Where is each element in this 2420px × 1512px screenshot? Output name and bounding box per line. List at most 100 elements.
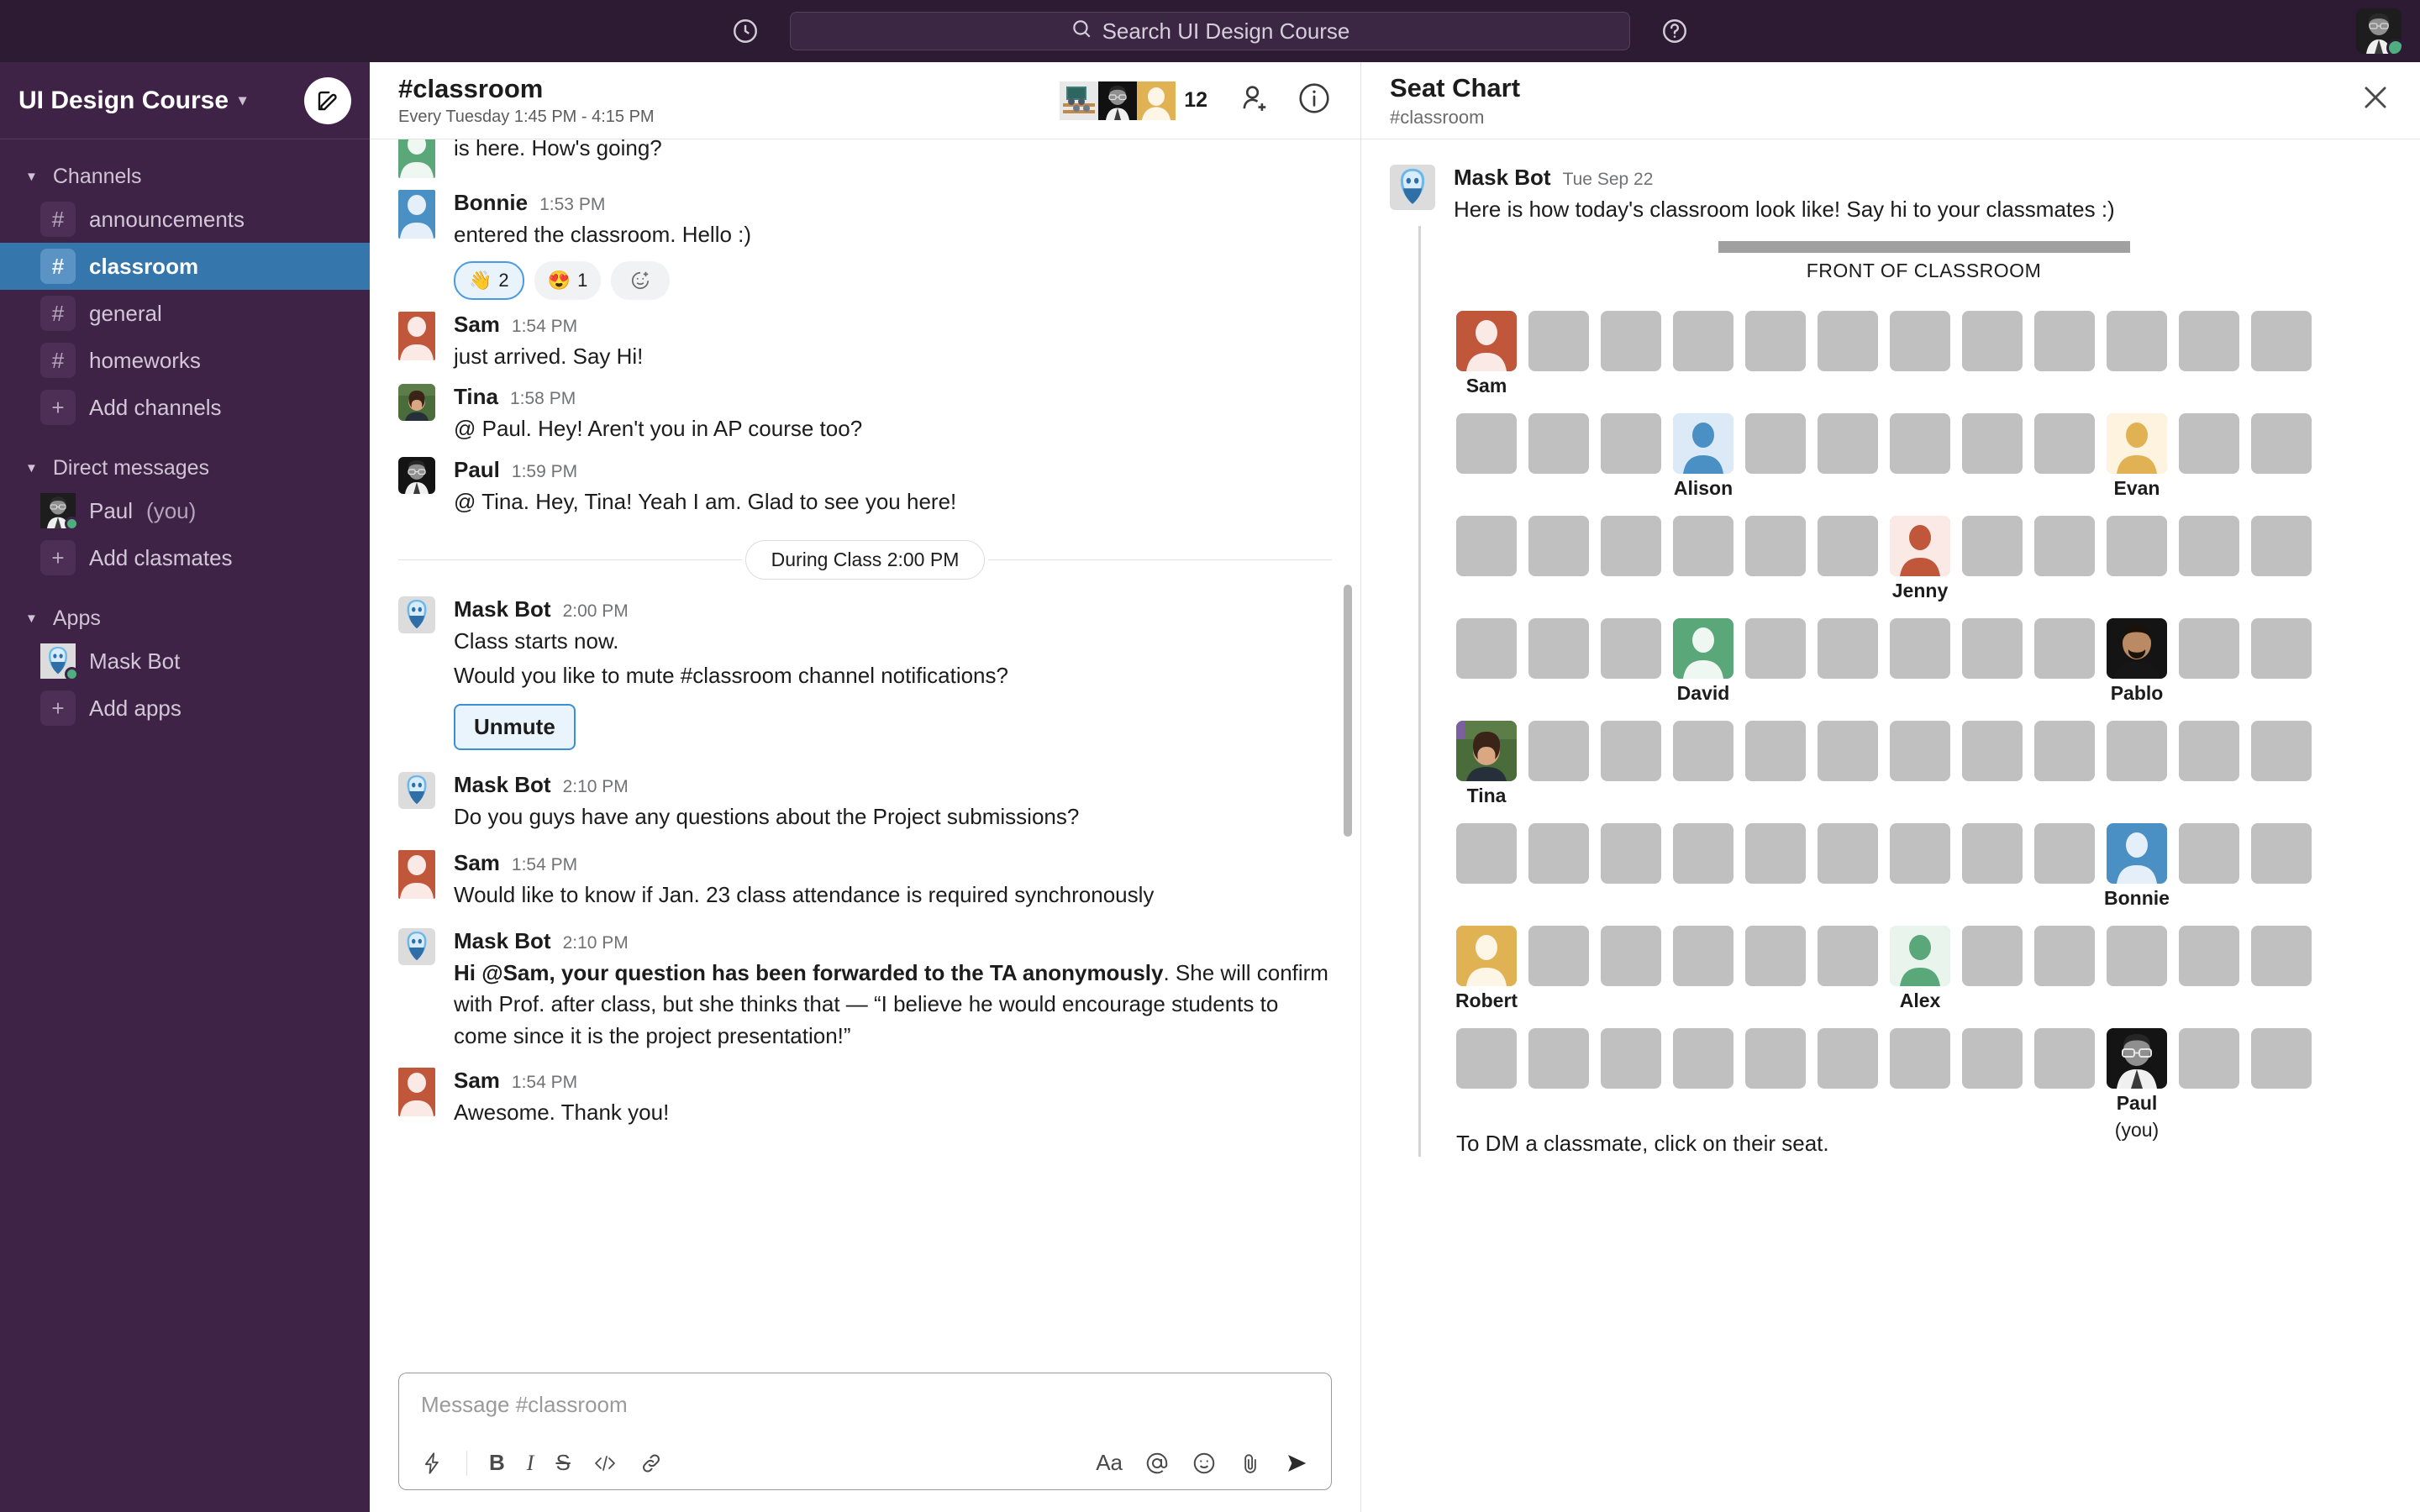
seat-empty[interactable]: [1528, 515, 1589, 576]
seat-empty[interactable]: [2251, 925, 2312, 986]
seat-empty[interactable]: [1890, 617, 1950, 679]
seat-empty[interactable]: [2179, 412, 2239, 474]
seat-empty[interactable]: [2034, 310, 2095, 371]
seat-empty[interactable]: [2034, 720, 2095, 781]
seat-bonnie[interactable]: Bonnie: [2104, 822, 2170, 909]
close-icon[interactable]: [2360, 81, 2391, 119]
seat-empty[interactable]: [2107, 720, 2167, 781]
sidebar-item-mask-bot[interactable]: Mask Bot: [0, 638, 370, 685]
clock-icon[interactable]: [728, 13, 763, 49]
seat-empty[interactable]: [2107, 310, 2167, 371]
seat-empty[interactable]: [1456, 617, 1517, 679]
link-icon[interactable]: [639, 1452, 663, 1475]
seat-empty[interactable]: [2034, 515, 2095, 576]
seat-alison[interactable]: Alison: [1673, 412, 1733, 499]
sidebar-item-add-channels[interactable]: + Add channels: [0, 384, 370, 431]
seat-empty[interactable]: [2251, 822, 2312, 884]
seat-empty[interactable]: [1456, 1027, 1517, 1089]
seat-empty[interactable]: [2179, 1027, 2239, 1089]
seat-empty[interactable]: [2251, 515, 2312, 576]
seat-empty[interactable]: [1818, 1027, 1878, 1089]
seat-empty[interactable]: [1528, 617, 1589, 679]
seat-empty[interactable]: [1745, 1027, 1806, 1089]
seat-empty[interactable]: [1601, 515, 1661, 576]
add-reaction-button[interactable]: [611, 260, 671, 300]
seat-empty[interactable]: [1601, 412, 1661, 474]
sidebar-item-general[interactable]: # general: [0, 290, 370, 337]
seat-empty[interactable]: [1818, 310, 1878, 371]
seat-empty[interactable]: [2179, 822, 2239, 884]
unmute-button[interactable]: Unmute: [454, 704, 576, 751]
seat-empty[interactable]: [2251, 1027, 2312, 1089]
seat-empty[interactable]: [2179, 515, 2239, 576]
sidebar-item-add-apps[interactable]: + Add apps: [0, 685, 370, 732]
seat-empty[interactable]: [1601, 1027, 1661, 1089]
seat-empty[interactable]: [1962, 720, 2023, 781]
seat-empty[interactable]: [1818, 412, 1878, 474]
seat-empty[interactable]: [1745, 617, 1806, 679]
seat-empty[interactable]: [2034, 822, 2095, 884]
message-list-scrollbar[interactable]: [1344, 585, 1352, 837]
seat-empty[interactable]: [2107, 925, 2167, 986]
send-icon[interactable]: [1284, 1451, 1309, 1476]
seat-empty[interactable]: [1818, 925, 1878, 986]
seat-jenny[interactable]: Jenny: [1890, 515, 1950, 601]
seat-empty[interactable]: [2251, 310, 2312, 371]
help-icon[interactable]: [1657, 13, 1692, 49]
seat-empty[interactable]: [2034, 412, 2095, 474]
seat-empty[interactable]: [1601, 617, 1661, 679]
seat-empty[interactable]: [1962, 822, 2023, 884]
seat-empty[interactable]: [1528, 720, 1589, 781]
seat-alex[interactable]: Alex: [1890, 925, 1950, 1011]
seat-empty[interactable]: [2034, 1027, 2095, 1089]
seat-empty[interactable]: [1528, 822, 1589, 884]
seat-empty[interactable]: [1456, 412, 1517, 474]
mention-icon[interactable]: [1144, 1451, 1170, 1476]
seat-empty[interactable]: [1673, 515, 1733, 576]
strikethrough-icon[interactable]: S: [555, 1450, 570, 1476]
seat-empty[interactable]: [1601, 925, 1661, 986]
seat-pablo[interactable]: Pablo: [2107, 617, 2167, 704]
seat-evan[interactable]: Evan: [2107, 412, 2167, 499]
seat-empty[interactable]: [1962, 617, 2023, 679]
seat-robert[interactable]: Robert: [1455, 925, 1518, 1011]
sidebar-item-classroom[interactable]: # classroom: [0, 243, 370, 290]
message-list[interactable]: is here. How's going? Bonnie 1:53 PM ent…: [370, 139, 1360, 1373]
seat-empty[interactable]: [1673, 822, 1733, 884]
seat-empty[interactable]: [1818, 822, 1878, 884]
members-button[interactable]: 12: [1053, 78, 1214, 123]
seat-empty[interactable]: [1745, 310, 1806, 371]
reaction-heart-eyes[interactable]: 😍 1: [534, 260, 602, 300]
info-icon[interactable]: [1297, 81, 1332, 120]
seat-empty[interactable]: [1745, 925, 1806, 986]
seat-empty[interactable]: [2034, 617, 2095, 679]
seat-empty[interactable]: [1745, 720, 1806, 781]
seat-david[interactable]: David: [1673, 617, 1733, 704]
sidebar-item-homeworks[interactable]: # homeworks: [0, 337, 370, 384]
seat-empty[interactable]: [1601, 310, 1661, 371]
sidebar-section-header-apps[interactable]: ▼ Apps: [0, 600, 370, 638]
bold-icon[interactable]: B: [489, 1450, 505, 1476]
seat-empty[interactable]: [1745, 515, 1806, 576]
emoji-icon[interactable]: [1192, 1451, 1217, 1476]
message-input[interactable]: Message #classroom: [399, 1373, 1331, 1418]
sidebar-section-header-channels[interactable]: ▼ Channels: [0, 158, 370, 196]
seat-empty[interactable]: [2179, 925, 2239, 986]
add-person-icon[interactable]: [1238, 81, 1273, 120]
seat-empty[interactable]: [1673, 925, 1733, 986]
seat-empty[interactable]: [1962, 310, 2023, 371]
seat-empty[interactable]: [1818, 617, 1878, 679]
seat-paul[interactable]: Paul (you): [2107, 1027, 2167, 1141]
seat-empty[interactable]: [1528, 310, 1589, 371]
seat-empty[interactable]: [1962, 1027, 2023, 1089]
workspace-switcher[interactable]: UI Design Course ▾: [18, 87, 246, 115]
message-composer[interactable]: Message #classroom B I S Aa: [398, 1373, 1332, 1490]
search-input[interactable]: Search UI Design Course: [790, 12, 1630, 50]
seat-empty[interactable]: [2251, 412, 2312, 474]
seat-empty[interactable]: [2179, 310, 2239, 371]
seat-empty[interactable]: [2251, 617, 2312, 679]
seat-empty[interactable]: [1890, 412, 1950, 474]
avatar[interactable]: [2356, 8, 2402, 54]
seat-empty[interactable]: [2179, 617, 2239, 679]
code-icon[interactable]: [592, 1453, 618, 1473]
